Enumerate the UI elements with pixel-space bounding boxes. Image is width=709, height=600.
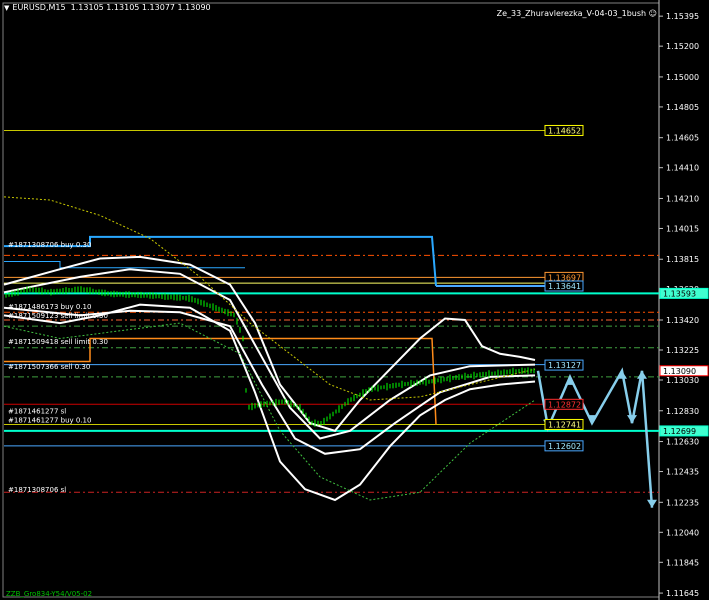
order-label: #1871509418 sell limit 0.30 bbox=[8, 338, 108, 346]
price-label-text: 1.12872 bbox=[548, 400, 581, 409]
order-label: #1871461277 sl bbox=[8, 407, 66, 415]
price-chart: 1.15395 1.15200 1.15000 1.14805 1.14605 1.144… bbox=[0, 0, 709, 600]
y-tick-label: 1.14805 bbox=[666, 103, 699, 112]
price-label-text: 1.13127 bbox=[548, 361, 581, 370]
price-label-text: 1.14652 bbox=[548, 126, 581, 135]
y-tick-label: 1.14015 bbox=[666, 224, 699, 233]
y-tick-label: 1.12235 bbox=[666, 498, 699, 507]
indicator-title: Ze_33_Zhuravlerezka_V-04-03_1bush ☺ bbox=[497, 9, 657, 18]
indicator-name: Ze_33_Zhuravlerezka_V-04-03_1bush bbox=[496, 9, 647, 18]
y-tick-label: 1.12040 bbox=[666, 528, 699, 537]
price-label-text: 1.12741 bbox=[548, 420, 581, 429]
y-tick-label: 1.15395 bbox=[666, 12, 699, 21]
ohlc-values: 1.13105 1.13105 1.13077 1.13090 bbox=[70, 3, 211, 12]
order-label: #1871507366 sell 0.30 bbox=[8, 363, 90, 371]
y-tick-label: 1.13420 bbox=[666, 316, 699, 325]
price-label-text: 1.13090 bbox=[663, 367, 696, 376]
order-label: #1871308706 buy 0.30 bbox=[8, 241, 91, 249]
y-tick-label: 1.15000 bbox=[666, 73, 699, 82]
price-label-text: 1.12699 bbox=[663, 427, 696, 436]
y-tick-label: 1.11845 bbox=[666, 558, 699, 567]
order-label: #1871308706 sl bbox=[8, 486, 66, 494]
chart-header: ▼ EURUSD,M15 1.13105 1.13105 1.13077 1.13… bbox=[4, 3, 211, 12]
y-tick-label: 1.13030 bbox=[666, 376, 699, 385]
symbol-timeframe: EURUSD,M15 bbox=[12, 3, 66, 12]
y-tick-label: 1.13815 bbox=[666, 255, 699, 264]
order-label: #1871461277 buy 0.10 bbox=[8, 417, 91, 425]
y-tick-label: 1.15200 bbox=[666, 42, 699, 51]
collapse-triangle-icon[interactable]: ▼ bbox=[4, 4, 9, 12]
y-tick-label: 1.11645 bbox=[666, 589, 699, 598]
price-label-text: 1.13593 bbox=[663, 289, 696, 298]
y-tick-label: 1.12630 bbox=[666, 438, 699, 447]
y-tick-label: 1.14210 bbox=[666, 194, 699, 203]
y-tick-label: 1.14605 bbox=[666, 134, 699, 143]
footer-label: ZZB_Gro834-Y54/V05-02 bbox=[6, 590, 93, 598]
y-tick-label: 1.14410 bbox=[666, 164, 699, 173]
y-tick-label: 1.13225 bbox=[666, 346, 699, 355]
price-label-text: 1.13641 bbox=[548, 282, 581, 291]
order-label: #1871486173 buy 0.10 bbox=[8, 303, 91, 311]
order-label: #1871509123 sell limit 0.30 bbox=[8, 312, 108, 320]
price-label-text: 1.12602 bbox=[548, 442, 581, 451]
smiley-icon: ☺ bbox=[648, 9, 657, 18]
chart-background bbox=[0, 0, 709, 600]
y-tick-label: 1.12435 bbox=[666, 468, 699, 477]
y-tick-label: 1.12830 bbox=[666, 407, 699, 416]
